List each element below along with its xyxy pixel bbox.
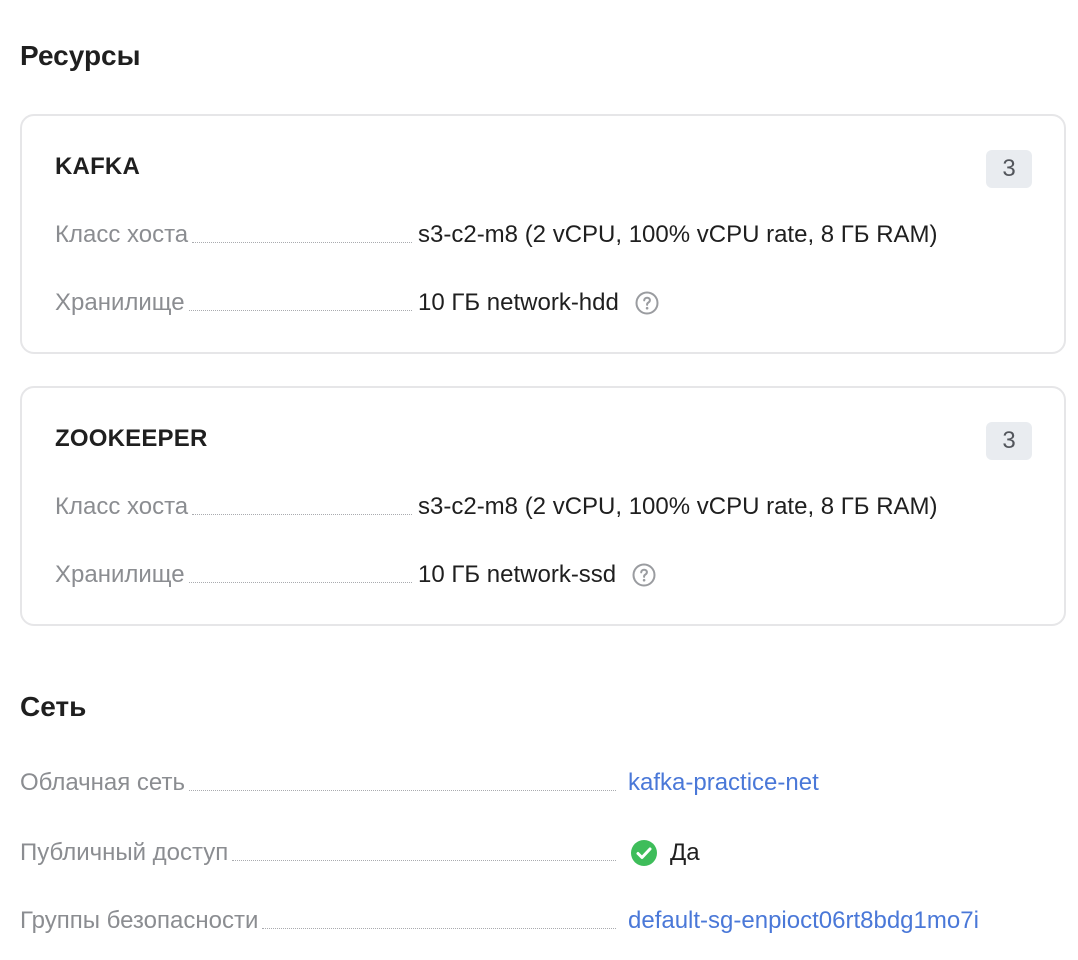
cloud-network-label: Облачная сеть	[20, 769, 185, 796]
zookeeper-host-count-badge: 3	[986, 422, 1032, 460]
dotted-leader	[232, 859, 616, 861]
kafka-host-class-label: Класс хоста	[55, 221, 189, 248]
security-group-link[interactable]: default-sg-enpioct06rt8bdg1mo7i	[628, 907, 979, 934]
zookeeper-resources-card: ZOOKEEPER 3 Класс хоста s3-c2-m8 (2 vCPU…	[20, 386, 1066, 626]
question-circle-icon[interactable]	[632, 563, 656, 587]
security-groups-row: Группы безопасности default-sg-enpioct06…	[20, 906, 1060, 936]
network-section-title: Сеть	[20, 691, 87, 722]
public-access-row: Публичный доступ Да	[20, 838, 1060, 868]
dotted-leader	[188, 789, 616, 791]
zookeeper-host-class-label: Класс хоста	[55, 493, 189, 520]
zookeeper-card-title: ZOOKEEPER	[55, 425, 208, 452]
dotted-leader	[188, 309, 412, 311]
kafka-storage-value: 10 ГБ network-hdd	[418, 289, 619, 316]
kafka-card-title: KAFKA	[55, 153, 140, 180]
kafka-host-class-value: s3-c2-m8 (2 vCPU, 100% vCPU rate, 8 ГБ R…	[418, 221, 938, 248]
zookeeper-storage-value-wrap: 10 ГБ network-ssd	[418, 560, 656, 590]
cloud-network-row: Облачная сеть kafka-practice-net	[20, 768, 1060, 798]
public-access-value-wrap: Да	[616, 838, 700, 868]
kafka-resources-card: KAFKA 3 Класс хоста s3-c2-m8 (2 vCPU, 10…	[20, 114, 1066, 354]
zookeeper-host-class-value: s3-c2-m8 (2 vCPU, 100% vCPU rate, 8 ГБ R…	[418, 493, 938, 520]
question-circle-icon[interactable]	[635, 291, 659, 315]
public-access-label: Публичный доступ	[20, 839, 229, 866]
kafka-storage-row: Хранилище 10 ГБ network-hdd	[55, 288, 975, 318]
resources-section-title: Ресурсы	[20, 40, 141, 71]
zookeeper-host-class-row: Класс хоста s3-c2-m8 (2 vCPU, 100% vCPU …	[55, 492, 975, 522]
dotted-leader	[192, 241, 412, 243]
zookeeper-storage-row: Хранилище 10 ГБ network-ssd	[55, 560, 975, 590]
security-groups-value-wrap: default-sg-enpioct06rt8bdg1mo7i	[616, 906, 979, 936]
kafka-host-class-row: Класс хоста s3-c2-m8 (2 vCPU, 100% vCPU …	[55, 220, 975, 250]
security-groups-label: Группы безопасности	[20, 907, 259, 934]
dotted-leader	[192, 513, 412, 515]
cloud-network-value-wrap: kafka-practice-net	[616, 768, 819, 798]
check-circle-icon	[630, 839, 658, 867]
zookeeper-storage-value: 10 ГБ network-ssd	[418, 561, 617, 588]
kafka-storage-label: Хранилище	[55, 289, 185, 316]
kafka-host-count-badge: 3	[986, 150, 1032, 188]
kafka-storage-value-wrap: 10 ГБ network-hdd	[418, 288, 659, 318]
cloud-network-link[interactable]: kafka-practice-net	[628, 769, 819, 796]
dotted-leader	[262, 927, 616, 929]
zookeeper-storage-label: Хранилище	[55, 561, 185, 588]
public-access-value: Да	[670, 839, 700, 866]
dotted-leader	[188, 581, 412, 583]
